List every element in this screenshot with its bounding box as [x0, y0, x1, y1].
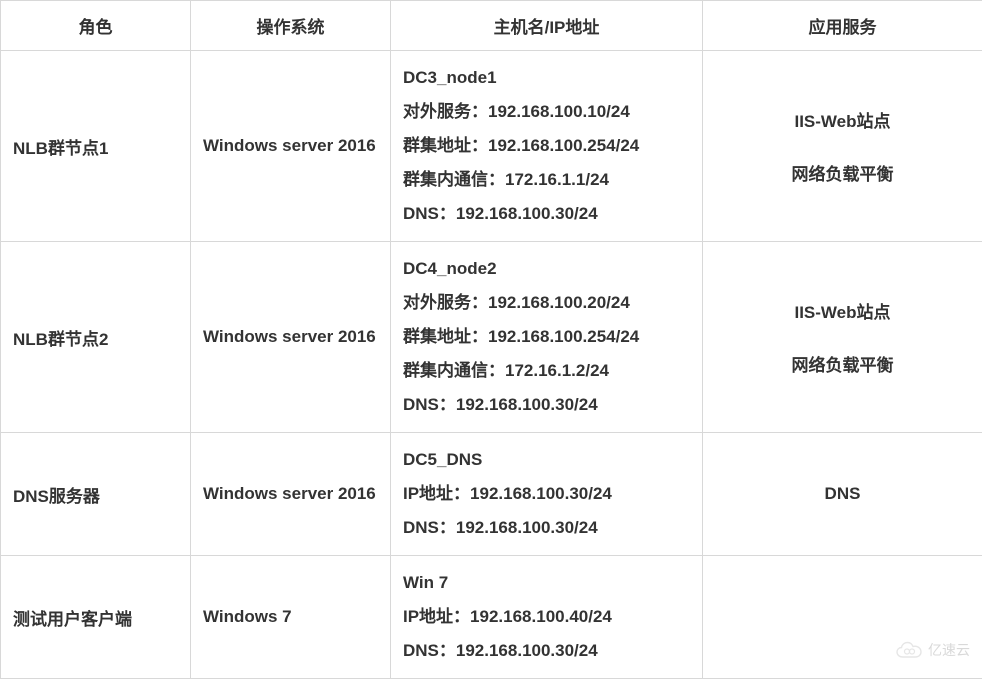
service-line2: 网络负载平衡 — [715, 160, 970, 185]
cell-service: IIS-Web站点 网络负载平衡 — [703, 51, 982, 242]
cell-host: Win 7IP地址：192.168.100.40/24DNS：192.168.1… — [391, 556, 703, 679]
table-body: NLB群节点1 Windows server 2016 DC3_node1对外服… — [1, 51, 982, 679]
service-line1: DNS — [715, 484, 970, 504]
cell-host: DC3_node1对外服务：192.168.100.10/24群集地址：192.… — [391, 51, 703, 242]
service-gap — [715, 323, 970, 351]
cell-role: DNS服务器 — [1, 433, 191, 556]
service-line1: IIS-Web站点 — [715, 298, 970, 323]
cell-service: IIS-Web站点 网络负载平衡 — [703, 242, 982, 433]
cell-os: Windows server 2016 — [191, 51, 391, 242]
cell-host: DC4_node2对外服务：192.168.100.20/24群集地址：192.… — [391, 242, 703, 433]
cell-role: NLB群节点1 — [1, 51, 191, 242]
config-table: 角色 操作系统 主机名/IP地址 应用服务 NLB群节点1 Windows se… — [0, 0, 982, 679]
table-row: NLB群节点2 Windows server 2016 DC4_node2对外服… — [1, 242, 982, 433]
cell-os: Windows server 2016 — [191, 242, 391, 433]
cell-service — [703, 556, 982, 679]
cell-role: NLB群节点2 — [1, 242, 191, 433]
header-role: 角色 — [1, 1, 191, 51]
table-row: DNS服务器 Windows server 2016 DC5_DNSIP地址：1… — [1, 433, 982, 556]
table-row: 测试用户客户端 Windows 7 Win 7IP地址：192.168.100.… — [1, 556, 982, 679]
cell-os: Windows server 2016 — [191, 433, 391, 556]
cell-host: DC5_DNSIP地址：192.168.100.30/24DNS：192.168… — [391, 433, 703, 556]
header-os: 操作系统 — [191, 1, 391, 51]
header-service: 应用服务 — [703, 1, 982, 51]
header-host: 主机名/IP地址 — [391, 1, 703, 51]
cell-os: Windows 7 — [191, 556, 391, 679]
cell-role: 测试用户客户端 — [1, 556, 191, 679]
table-row: NLB群节点1 Windows server 2016 DC3_node1对外服… — [1, 51, 982, 242]
table-header-row: 角色 操作系统 主机名/IP地址 应用服务 — [1, 1, 982, 51]
service-line1: IIS-Web站点 — [715, 107, 970, 132]
service-gap — [715, 132, 970, 160]
cell-service: DNS — [703, 433, 982, 556]
service-line2: 网络负载平衡 — [715, 351, 970, 376]
